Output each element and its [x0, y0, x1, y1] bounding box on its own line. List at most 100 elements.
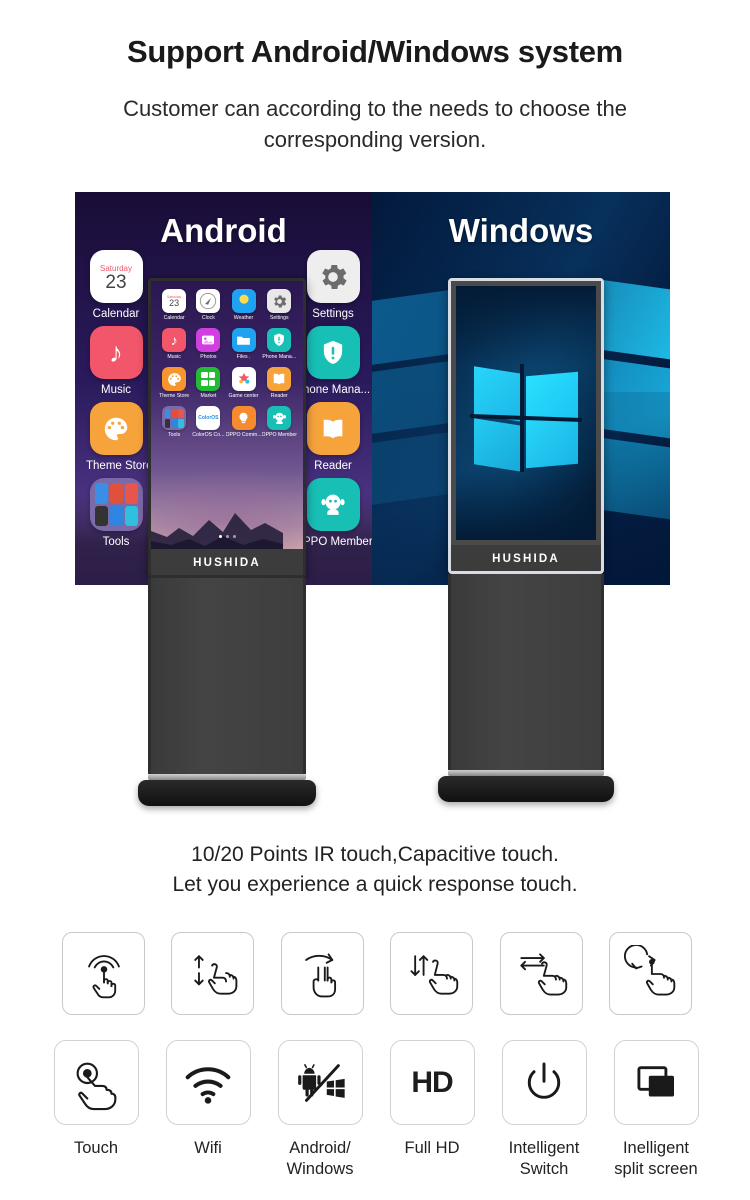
app-label: Reader — [270, 393, 288, 399]
windows-kiosk-screen — [456, 286, 596, 540]
feature-label: Touch — [73, 1139, 119, 1157]
app-theme-store[interactable]: Theme Store — [157, 367, 191, 399]
app-settings[interactable]: Settings — [262, 289, 297, 321]
app-clock[interactable]: Clock — [191, 289, 225, 321]
gesture-swipe-horizontal[interactable] — [499, 932, 583, 1015]
kiosk-body — [448, 574, 604, 770]
game-center-icon — [231, 367, 256, 391]
wifi-icon-box — [165, 1040, 251, 1125]
windows-screen-wallpaper — [456, 286, 596, 540]
weather-sun-icon — [231, 289, 256, 313]
tap-ripple-hand-icon — [87, 954, 120, 998]
feature-label: Inelligent split screen — [600, 1138, 712, 1180]
feature-label-line1: Inelligent — [622, 1139, 690, 1157]
feature-wifi[interactable]: Wifi — [152, 1040, 264, 1180]
kiosk-base — [438, 776, 614, 802]
app-label: Photos — [200, 354, 217, 360]
app-oppo-member[interactable]: OPPO Member — [262, 406, 297, 438]
kiosk-base — [138, 780, 316, 806]
app-files[interactable]: Files . — [226, 328, 262, 360]
hd-icon-box: HD — [389, 1040, 475, 1125]
app-label: Files . — [236, 354, 251, 360]
market-grid-icon — [196, 367, 221, 391]
bg-app-label: Music — [100, 384, 132, 396]
page-subtitle: Customer can according to the needs to c… — [123, 96, 627, 152]
rotate-arrow-hand-icon — [624, 944, 676, 996]
feature-label-line1: Android/ — [289, 1139, 351, 1157]
shield-alert-icon — [306, 326, 360, 379]
page-indicator-dots — [151, 525, 303, 543]
app-coloros[interactable]: ColorOS ColorOS Co... — [191, 406, 225, 438]
app-label: Market — [200, 393, 217, 399]
page-root: Support Android/Windows system Customer … — [0, 0, 750, 1200]
app-game-center[interactable]: Game center — [226, 367, 262, 399]
feature-split-screen[interactable]: Inelligent split screen — [600, 1040, 712, 1180]
bg-app-label: Theme Store — [86, 460, 153, 472]
gear-icon — [306, 250, 360, 303]
bg-app-label: Calendar — [92, 308, 140, 320]
windows-kiosk: HUSHIDA — [438, 278, 614, 802]
palette-icon — [89, 402, 143, 455]
feature-label-line2: Switch — [519, 1160, 569, 1178]
kiosk-head: Saturday 23 Calendar Clock Weather Setti… — [148, 278, 306, 578]
app-weather[interactable]: Weather — [226, 289, 262, 321]
app-label: Clock — [201, 315, 215, 321]
app-label: Theme Store — [159, 393, 190, 399]
app-label: Tools — [168, 432, 181, 438]
gesture-scroll-vertical[interactable] — [390, 932, 474, 1015]
app-music[interactable]: ♪ Music — [157, 328, 191, 360]
app-oppo-community[interactable]: OPPO Comm... — [226, 406, 262, 438]
bg-app-label: Settings — [312, 308, 354, 320]
app-calendar[interactable]: Saturday 23 Calendar — [157, 289, 191, 321]
book-icon — [267, 367, 292, 391]
power-icon — [527, 1061, 561, 1099]
app-market[interactable]: Market — [191, 367, 225, 399]
photos-icon — [196, 328, 221, 352]
kiosk-bezel — [451, 281, 601, 545]
android-panel-label: Android — [160, 212, 287, 249]
coloros-icon: ColorOS — [196, 406, 221, 430]
feature-android-windows[interactable]: Android/ Windows — [264, 1040, 376, 1180]
feature-label: Wifi — [194, 1139, 222, 1157]
touch-description: 10/20 Points IR touch,Capacitive touch. … — [45, 840, 705, 900]
app-label: Calendar — [163, 315, 185, 321]
wifi-icon — [185, 1066, 231, 1104]
gesture-swipe-right-two-finger[interactable] — [280, 932, 364, 1015]
android-windows-icon — [298, 1063, 345, 1102]
gesture-vertical-drag[interactable] — [171, 932, 255, 1015]
bg-app-phone-manager: hone Mana... — [303, 326, 370, 396]
feature-intelligent-switch[interactable]: Intelligent Switch — [488, 1040, 600, 1180]
feature-touch[interactable]: Touch — [40, 1040, 152, 1180]
bg-app-oppo-member: PPO Member — [303, 478, 372, 548]
up-down-arrows-hand-icon — [194, 954, 238, 995]
palette-icon — [162, 367, 187, 391]
music-note-icon: ♪ — [89, 326, 143, 379]
android-windows-icon-box — [277, 1040, 363, 1125]
app-phone-manager[interactable]: Phone Mana... — [262, 328, 297, 360]
android-app-grid: Saturday 23 Calendar Clock Weather Setti… — [157, 289, 297, 438]
gesture-rotate[interactable] — [608, 932, 692, 1015]
app-tools[interactable]: Tools — [157, 406, 191, 438]
feature-label: Android/ Windows — [264, 1138, 376, 1180]
kiosk-head: HUSHIDA — [448, 278, 604, 574]
bg-app-label: PPO Member — [303, 536, 372, 548]
app-photos[interactable]: Photos — [191, 328, 225, 360]
folder-group-icon — [89, 478, 143, 531]
app-label: Weather — [233, 315, 254, 321]
app-reader[interactable]: Reader — [262, 367, 297, 399]
android-kiosk: Saturday 23 Calendar Clock Weather Setti… — [138, 278, 316, 806]
calendar-icon: Saturday 23 — [89, 250, 143, 303]
book-icon — [306, 402, 360, 455]
android-kiosk-screen: Saturday 23 Calendar Clock Weather Setti… — [151, 281, 303, 549]
gesture-tap[interactable] — [62, 932, 145, 1015]
feature-label: Full HD — [404, 1139, 460, 1157]
shield-alert-icon — [267, 328, 292, 352]
bg-app-theme-store: Theme Store — [86, 402, 153, 472]
page-title: Support Android/Windows system — [127, 34, 623, 69]
app-label: ColorOS Co... — [192, 432, 225, 438]
split-screen-icon-box — [613, 1040, 699, 1125]
split-screen-icon — [637, 1065, 674, 1096]
feature-full-hd[interactable]: HD Full HD — [376, 1040, 488, 1180]
bg-app-calendar: Saturday 23 Calendar — [86, 250, 146, 320]
app-label: Phone Mana... — [262, 354, 297, 360]
